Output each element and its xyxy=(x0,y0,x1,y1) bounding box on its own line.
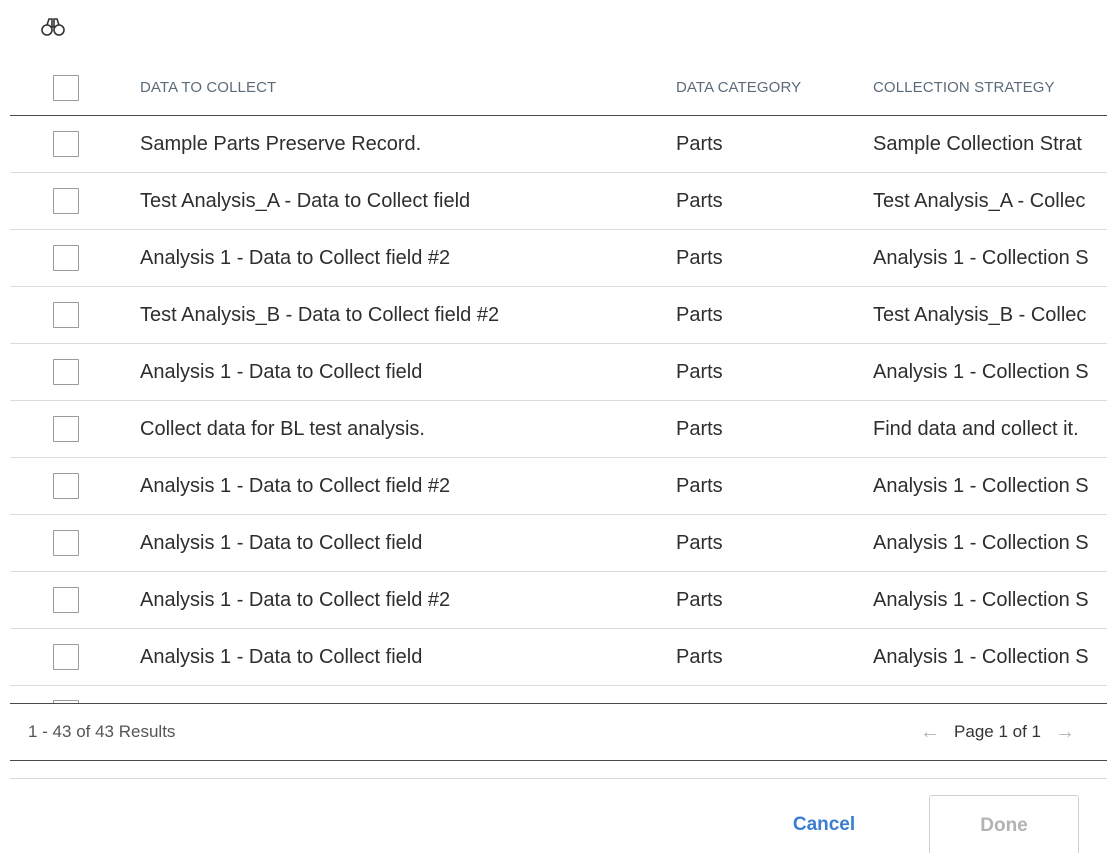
table-row[interactable]: Analysis 1 - Data to Collect field #2 Pa… xyxy=(10,572,1107,629)
done-button[interactable]: Done xyxy=(929,795,1079,853)
cell-data-to-collect: Analysis 1 - Data to Collect field xyxy=(140,360,423,383)
cell-collection-strategy: Analysis 1 - Collection S xyxy=(873,645,1089,668)
table-row[interactable]: Analysis 1 - Data to Collect field #2 Pa… xyxy=(10,458,1107,515)
cell-data-to-collect: Analysis 1 - Data to Collect field #2 xyxy=(140,588,451,611)
table-row[interactable]: Sample Parts Preserve Record. Parts Samp… xyxy=(10,116,1107,173)
table-row[interactable]: Test Analysis_B - Data to Collect field … xyxy=(10,287,1107,344)
cell-data-category: Parts xyxy=(676,132,723,155)
column-header-data-to-collect[interactable]: DATA TO COLLECT xyxy=(140,60,660,115)
cell-data-to-collect: Test Analysis_A - Data to Collect field xyxy=(140,189,471,212)
table-row[interactable]: Analysis 1 - Data to Collect field #2 Pa… xyxy=(10,230,1107,287)
cell-data-to-collect: Test Analysis_B - Data to Collect field … xyxy=(140,303,500,326)
cell-data-category: Parts xyxy=(676,189,723,212)
cell-collection-strategy: Sample Collection Strat xyxy=(873,132,1082,155)
table-row-partial[interactable] xyxy=(10,686,1107,703)
cell-data-to-collect: Sample Parts Preserve Record. xyxy=(140,132,422,155)
table-row[interactable]: Analysis 1 - Data to Collect field Parts… xyxy=(10,344,1107,401)
page-navigation: ← Page 1 of 1 → xyxy=(906,704,1089,760)
cell-data-to-collect: Analysis 1 - Data to Collect field xyxy=(140,645,423,668)
cell-data-category: Parts xyxy=(676,303,723,326)
table-row[interactable]: Analysis 1 - Data to Collect field Parts… xyxy=(10,515,1107,572)
pager: 1 - 43 of 43 Results ← Page 1 of 1 → xyxy=(10,704,1107,760)
cell-data-to-collect: Analysis 1 - Data to Collect field xyxy=(140,531,423,554)
row-checkbox[interactable] xyxy=(53,131,79,157)
cell-data-category: Parts xyxy=(676,531,723,554)
pager-bottom-divider xyxy=(10,760,1107,761)
data-grid: DATA TO COLLECT DATA CATEGORY COLLECTION… xyxy=(10,60,1107,703)
results-count: 1 - 43 of 43 Results xyxy=(28,722,176,741)
row-checkbox[interactable] xyxy=(53,473,79,499)
cell-collection-strategy: Test Analysis_A - Collec xyxy=(873,189,1086,212)
cell-data-category: Parts xyxy=(676,417,723,440)
arrow-left-icon[interactable]: ← xyxy=(906,722,954,742)
cell-data-to-collect: Collect data for BL test analysis. xyxy=(140,417,425,440)
arrow-right-icon[interactable]: → xyxy=(1041,722,1089,742)
cell-data-category: Parts xyxy=(676,588,723,611)
cell-collection-strategy: Test Analysis_B - Collec xyxy=(873,303,1087,326)
cell-collection-strategy: Analysis 1 - Collection S xyxy=(873,531,1089,554)
actions-divider xyxy=(10,778,1107,779)
row-checkbox[interactable] xyxy=(53,530,79,556)
table-row[interactable]: Test Analysis_A - Data to Collect field … xyxy=(10,173,1107,230)
cell-data-to-collect: Analysis 1 - Data to Collect field #2 xyxy=(140,246,451,269)
cell-data-to-collect: Analysis 1 - Data to Collect field #2 xyxy=(140,474,451,497)
cell-collection-strategy: Analysis 1 - Collection S xyxy=(873,474,1089,497)
column-header-collection-strategy[interactable]: COLLECTION STRATEGY xyxy=(873,60,1107,115)
select-data-dialog: DATA TO COLLECT DATA CATEGORY COLLECTION… xyxy=(0,0,1119,853)
table-row[interactable]: Collect data for BL test analysis. Parts… xyxy=(10,401,1107,458)
cell-data-category: Parts xyxy=(676,360,723,383)
cancel-button[interactable]: Cancel xyxy=(764,800,884,850)
cell-data-category: Parts xyxy=(676,474,723,497)
select-all-checkbox[interactable] xyxy=(53,74,79,101)
cell-collection-strategy: Analysis 1 - Collection S xyxy=(873,588,1089,611)
binoculars-icon[interactable] xyxy=(40,17,66,37)
cell-data-category: Parts xyxy=(676,645,723,668)
page-indicator: Page 1 of 1 xyxy=(954,722,1041,741)
row-checkbox[interactable] xyxy=(53,188,79,214)
cell-collection-strategy: Analysis 1 - Collection S xyxy=(873,360,1089,383)
cell-data-category: Parts xyxy=(676,246,723,269)
column-header-data-category[interactable]: DATA CATEGORY xyxy=(676,60,856,115)
row-checkbox[interactable] xyxy=(53,644,79,670)
row-checkbox[interactable] xyxy=(53,359,79,385)
cell-collection-strategy: Analysis 1 - Collection S xyxy=(873,246,1089,269)
cell-collection-strategy: Find data and collect it. xyxy=(873,417,1079,440)
grid-header-row: DATA TO COLLECT DATA CATEGORY COLLECTION… xyxy=(10,60,1107,116)
table-row[interactable]: Analysis 1 - Data to Collect field Parts… xyxy=(10,629,1107,686)
row-checkbox[interactable] xyxy=(53,587,79,613)
row-checkbox[interactable] xyxy=(53,245,79,271)
row-checkbox[interactable] xyxy=(53,416,79,442)
search-toggle[interactable] xyxy=(40,12,66,42)
row-checkbox[interactable] xyxy=(53,302,79,328)
